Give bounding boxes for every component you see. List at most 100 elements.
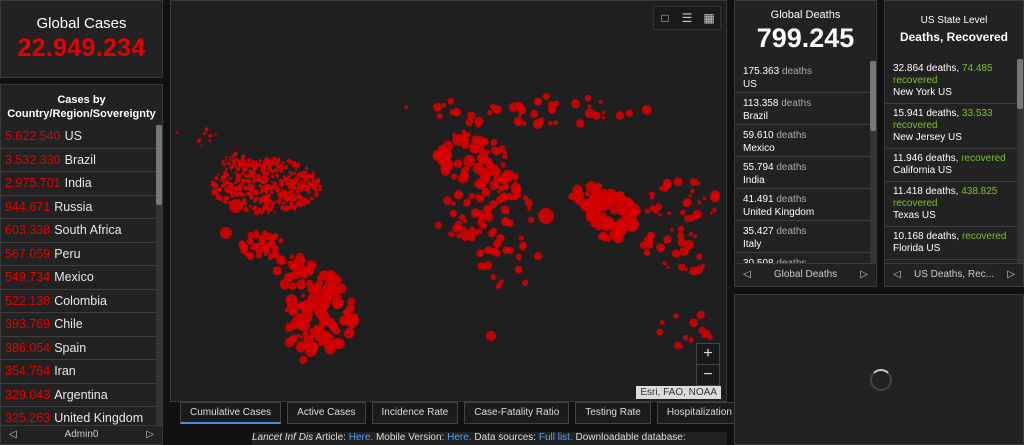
case-marker[interactable] bbox=[538, 208, 554, 224]
case-marker[interactable] bbox=[500, 217, 509, 226]
case-marker[interactable] bbox=[334, 276, 342, 284]
case-marker[interactable] bbox=[273, 158, 277, 161]
case-marker[interactable] bbox=[318, 338, 326, 347]
case-marker[interactable] bbox=[280, 188, 284, 192]
case-marker[interactable] bbox=[246, 237, 254, 245]
case-marker[interactable] bbox=[231, 182, 235, 186]
case-marker[interactable] bbox=[289, 254, 295, 260]
case-marker[interactable] bbox=[214, 133, 217, 136]
case-marker[interactable] bbox=[347, 297, 356, 306]
us-state-list-item[interactable]: 10.168 deaths, recovered Florida US bbox=[885, 227, 1019, 260]
case-marker[interactable] bbox=[433, 102, 443, 112]
case-marker[interactable] bbox=[313, 193, 317, 196]
case-marker[interactable] bbox=[461, 129, 467, 135]
case-marker[interactable] bbox=[659, 185, 665, 192]
case-marker[interactable] bbox=[326, 278, 330, 283]
case-marker[interactable] bbox=[288, 190, 291, 194]
case-marker[interactable] bbox=[468, 234, 476, 242]
case-marker[interactable] bbox=[654, 209, 659, 215]
case-marker[interactable] bbox=[273, 211, 276, 214]
case-marker[interactable] bbox=[276, 174, 280, 178]
case-marker[interactable] bbox=[305, 185, 311, 190]
case-marker[interactable] bbox=[522, 279, 529, 287]
case-marker[interactable] bbox=[496, 234, 505, 243]
tab-case-fatality-ratio[interactable]: Case-Fatality Ratio bbox=[464, 402, 570, 424]
case-marker[interactable] bbox=[303, 266, 311, 274]
case-marker[interactable] bbox=[469, 142, 481, 154]
case-marker[interactable] bbox=[689, 318, 698, 328]
case-marker[interactable] bbox=[487, 176, 491, 181]
global-deaths-scroll-thumb[interactable] bbox=[870, 61, 876, 131]
prev-arrow-icon[interactable]: ◁ bbox=[743, 264, 751, 286]
case-marker[interactable] bbox=[234, 171, 237, 174]
case-marker[interactable] bbox=[318, 187, 322, 192]
case-marker[interactable] bbox=[301, 293, 305, 298]
case-marker[interactable] bbox=[464, 198, 471, 206]
case-marker[interactable] bbox=[404, 105, 409, 109]
case-marker[interactable] bbox=[259, 197, 265, 203]
case-marker[interactable] bbox=[677, 225, 685, 233]
case-marker[interactable] bbox=[499, 172, 510, 182]
case-marker[interactable] bbox=[239, 187, 242, 191]
country-list-item[interactable]: 329.043 Argentina bbox=[1, 384, 158, 407]
case-marker[interactable] bbox=[304, 330, 308, 334]
deaths-list-item[interactable]: 55.794 deaths India bbox=[735, 157, 872, 189]
case-marker[interactable] bbox=[270, 169, 275, 174]
case-marker[interactable] bbox=[487, 110, 493, 116]
case-marker[interactable] bbox=[662, 261, 667, 266]
case-marker[interactable] bbox=[296, 192, 300, 196]
case-marker[interactable] bbox=[217, 186, 223, 192]
deaths-list-item[interactable]: 59.610 deaths Mexico bbox=[735, 125, 872, 157]
case-marker[interactable] bbox=[442, 140, 454, 152]
case-marker[interactable] bbox=[289, 334, 299, 344]
country-list-item[interactable]: 3.532.330 Brazil bbox=[1, 149, 158, 172]
us-state-list-item[interactable]: 11.946 deaths, recovered California US bbox=[885, 149, 1019, 182]
us-state-scroll-thumb[interactable] bbox=[1017, 59, 1023, 109]
case-marker[interactable] bbox=[542, 93, 550, 100]
case-marker[interactable] bbox=[448, 231, 455, 238]
case-marker[interactable] bbox=[709, 211, 714, 215]
case-marker[interactable] bbox=[299, 204, 303, 208]
case-marker[interactable] bbox=[280, 205, 284, 209]
case-marker[interactable] bbox=[253, 190, 258, 194]
case-marker[interactable] bbox=[599, 231, 608, 241]
case-marker[interactable] bbox=[270, 161, 273, 165]
country-list-item[interactable]: 549.734 Mexico bbox=[1, 266, 158, 290]
tab-testing-rate[interactable]: Testing Rate bbox=[575, 402, 651, 424]
case-marker[interactable] bbox=[480, 213, 487, 221]
case-marker[interactable] bbox=[234, 192, 240, 198]
case-marker[interactable] bbox=[253, 205, 258, 210]
us-state-list-item[interactable]: 15.941 deaths, 33.533 recovered New Jerse… bbox=[885, 104, 1019, 149]
case-marker[interactable] bbox=[235, 157, 238, 161]
case-marker[interactable] bbox=[288, 178, 294, 183]
case-marker[interactable] bbox=[684, 267, 689, 272]
case-marker[interactable] bbox=[248, 191, 254, 197]
deaths-list-item[interactable]: 41.491 deaths United Kingdom bbox=[735, 189, 872, 221]
case-marker[interactable] bbox=[259, 210, 265, 215]
case-marker[interactable] bbox=[522, 195, 529, 201]
case-marker[interactable] bbox=[292, 301, 302, 311]
case-marker[interactable] bbox=[695, 213, 701, 218]
country-list-item[interactable]: 522.138 Colombia bbox=[1, 290, 158, 313]
mobile-link[interactable]: Here. bbox=[447, 432, 471, 443]
case-marker[interactable] bbox=[223, 170, 228, 176]
case-marker[interactable] bbox=[285, 181, 290, 186]
case-marker[interactable] bbox=[510, 182, 521, 193]
case-marker[interactable] bbox=[300, 184, 304, 188]
case-marker[interactable] bbox=[533, 97, 543, 106]
case-marker[interactable] bbox=[482, 182, 487, 187]
case-marker[interactable] bbox=[506, 210, 510, 215]
country-list-item[interactable]: 393.769 Chile bbox=[1, 313, 158, 337]
case-marker[interactable] bbox=[496, 195, 504, 204]
case-marker[interactable] bbox=[268, 253, 272, 257]
case-marker[interactable] bbox=[571, 99, 581, 109]
case-marker[interactable] bbox=[270, 186, 273, 190]
case-marker[interactable] bbox=[680, 209, 686, 216]
case-marker[interactable] bbox=[305, 345, 317, 357]
case-marker[interactable] bbox=[237, 164, 241, 168]
case-marker[interactable] bbox=[271, 174, 275, 179]
case-marker[interactable] bbox=[288, 194, 293, 199]
prev-arrow-icon[interactable]: ◁ bbox=[9, 426, 17, 444]
case-marker[interactable] bbox=[513, 116, 524, 127]
case-marker[interactable] bbox=[588, 195, 598, 205]
